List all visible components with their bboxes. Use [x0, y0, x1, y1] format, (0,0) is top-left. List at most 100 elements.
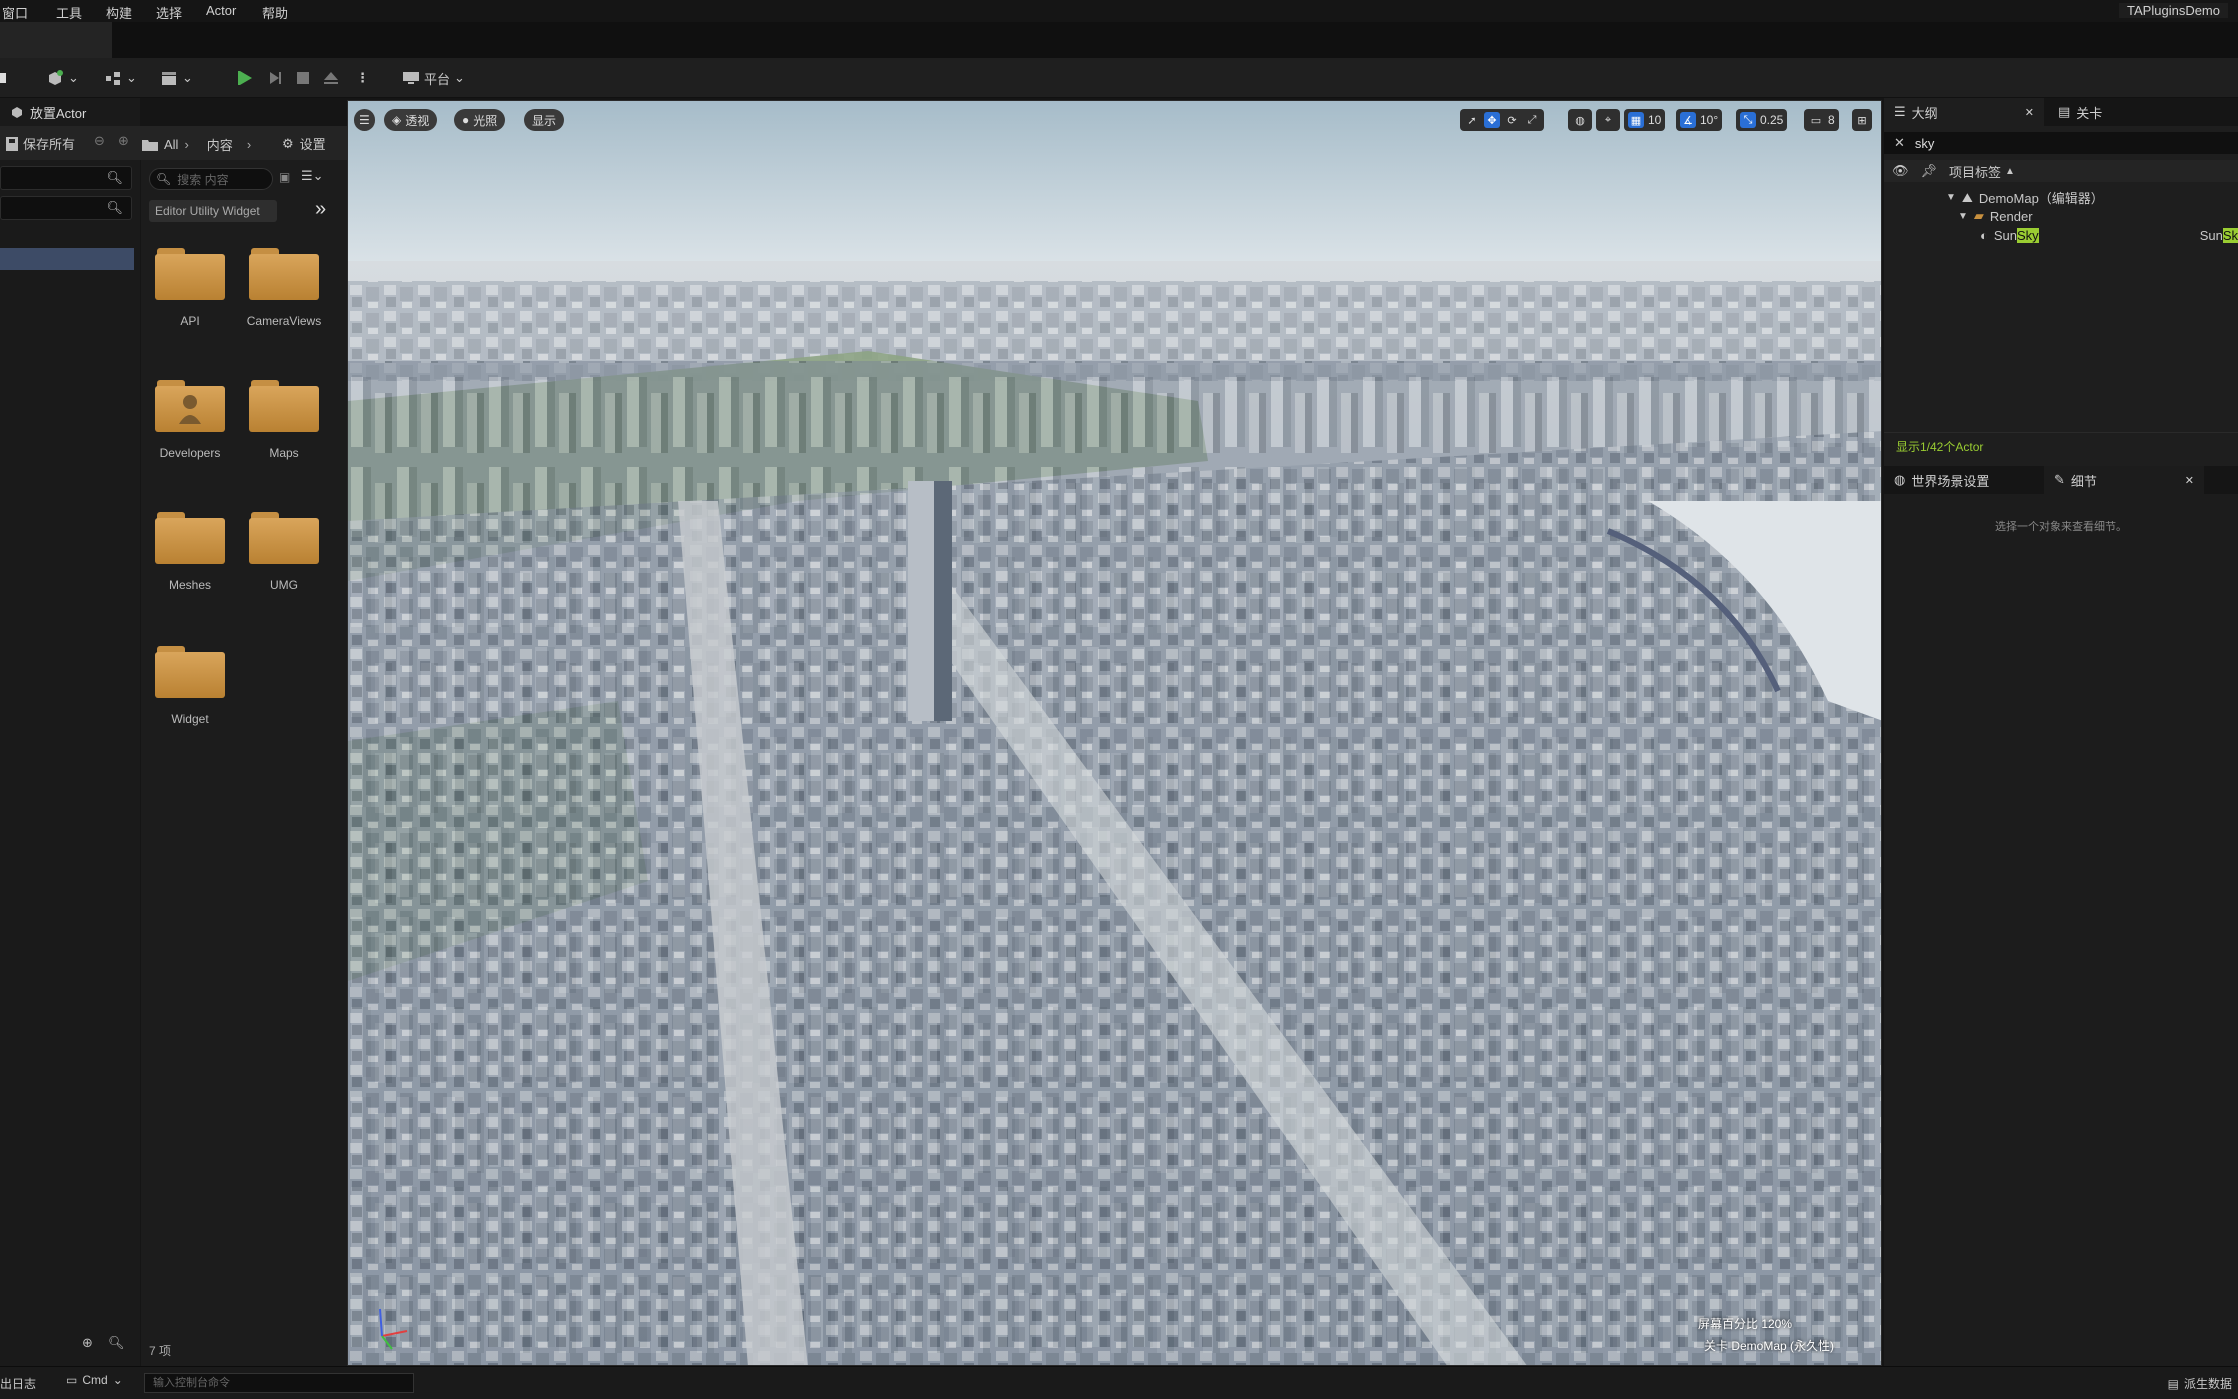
lighting-button[interactable]: ● 光照	[454, 109, 506, 131]
add-icon[interactable]: ⊕	[82, 1335, 93, 1351]
blueprint-button[interactable]: ⌄	[104, 66, 137, 90]
menu-window[interactable]: 窗口	[2, 3, 28, 22]
folder-item[interactable]: CameraViews	[239, 246, 329, 328]
outliner-search-input[interactable]: ✕ sky	[1884, 132, 2238, 154]
surface-snap-button[interactable]: ⌖	[1596, 109, 1620, 131]
menu-tools[interactable]: 工具	[56, 3, 82, 22]
coordinate-space-button[interactable]: ◍	[1568, 109, 1592, 131]
row-type-prefix: Sun	[2199, 228, 2223, 243]
folder-icon: ▰	[1973, 208, 1984, 223]
project-name: TAPluginsDemo	[2119, 3, 2228, 18]
outliner-panel: ☰ 大纲 ✕ ▤ 关卡 ✕ sky 👁︎ 📌︎ 项目标签 ▲ ▼ ⛰ DemoM…	[1884, 98, 2238, 466]
breadcrumb-content[interactable]: 内容	[207, 135, 233, 154]
search-icon[interactable]: 🔍︎	[108, 1335, 125, 1351]
level-viewport[interactable]: ☰ ◈ 透视 ● 光照 显示 ➚ ✥ ⟳ ⤢ ◍ ⌖ ▦ 10 ∡ 10° ⤡ 0.25 …	[347, 100, 1882, 1366]
show-button[interactable]: 显示	[524, 109, 565, 131]
cinematics-button[interactable]: ⌄	[160, 66, 193, 90]
tree-search-field-1[interactable]: 🔍︎	[0, 166, 132, 190]
filter-chip[interactable]: Editor Utility Widget	[149, 200, 277, 222]
levels-tab[interactable]: ▤ 关卡	[2048, 98, 2112, 126]
sort-ascending-icon: ▲	[2005, 165, 2015, 177]
play-button[interactable]	[236, 66, 254, 90]
menu-build[interactable]: 构建	[106, 3, 132, 22]
screen-percentage: 屏幕百分比 120%	[1698, 1317, 1793, 1331]
viewport-layout-button[interactable]: ⊞	[1852, 109, 1872, 131]
chevron-down-icon: ▼	[1958, 210, 1968, 222]
console-icon: ▭	[66, 1373, 78, 1387]
tree-search-field-2[interactable]: 🔍︎	[0, 196, 132, 220]
expand-icon[interactable]: »	[315, 198, 326, 221]
cmd-dropdown[interactable]: ▭ Cmd ⌄	[66, 1373, 123, 1387]
folder-label: CameraViews	[246, 314, 322, 328]
derived-data-button[interactable]: ▤ 派生数据	[2168, 1375, 2232, 1392]
outliner-row-map[interactable]: ▼ ⛰ DemoMap（编辑器）	[1946, 188, 2104, 207]
outliner-row-actor[interactable]: ◐ SunSky SunSk	[1980, 228, 2238, 243]
folder-item[interactable]: Developers	[145, 378, 235, 460]
pencil-icon: ✎	[2054, 472, 2065, 487]
folder-label: Widget	[171, 712, 209, 726]
globe-icon: ◍	[1894, 472, 1906, 487]
clear-search-icon[interactable]: ✕	[1894, 135, 1905, 151]
breadcrumb-all[interactable]: All	[164, 137, 178, 152]
selected-tree-item[interactable]	[0, 248, 134, 270]
menu-select[interactable]: 选择	[156, 3, 182, 22]
save-all-button[interactable]: 保存所有	[6, 134, 75, 153]
advance-frame-button[interactable]	[266, 66, 284, 90]
back-icon[interactable]: ⊖	[94, 133, 105, 149]
menu-help[interactable]: 帮助	[262, 3, 288, 22]
save-search-icon[interactable]: ▣	[279, 170, 290, 184]
close-icon[interactable]: ✕	[2185, 474, 2194, 487]
outliner-tab[interactable]: ☰ 大纲 ✕	[1884, 98, 2044, 126]
view-mode-button[interactable]: ◈ 透视	[384, 109, 438, 131]
column-label[interactable]: 项目标签	[1949, 162, 2001, 181]
camera-speed-button[interactable]: ▭ 8	[1804, 109, 1839, 131]
asset-search-input[interactable]: 🔍︎ 搜索 内容	[149, 168, 273, 190]
level-tab[interactable]	[0, 22, 112, 58]
close-icon[interactable]: ✕	[2025, 106, 2034, 119]
folder-icon	[155, 510, 225, 564]
play-options-button[interactable]: ⋮	[356, 66, 369, 90]
menu-actor[interactable]: Actor	[206, 3, 236, 18]
move-icon[interactable]: ✥	[1484, 112, 1500, 128]
more-vertical-icon: ⋮	[356, 70, 369, 85]
scale-icon[interactable]: ⤢	[1524, 112, 1540, 128]
layout-icon: ⊞	[1857, 114, 1867, 127]
folder-label: UMG	[270, 578, 298, 592]
world-settings-tab[interactable]: ◍ 世界场景设置	[1884, 466, 1999, 494]
folder-item[interactable]: Widget	[145, 644, 235, 726]
eject-button[interactable]	[322, 66, 340, 90]
chevron-down-icon: ⌄	[112, 1373, 123, 1387]
folder-label: API	[180, 314, 200, 328]
output-log-button[interactable]: 出日志	[0, 1375, 36, 1392]
details-tab-label: 细节	[2070, 473, 2097, 489]
place-actor-tab[interactable]: 放置Actor	[0, 98, 140, 126]
stop-button[interactable]	[294, 66, 312, 90]
grid-snap-button[interactable]: ▦ 10	[1624, 109, 1666, 131]
city-scene-render	[348, 101, 1881, 1365]
outliner-row-folder[interactable]: ▼ ▰ Render	[1958, 208, 2033, 224]
platform-button[interactable]: 平台 ⌄	[402, 66, 465, 90]
rotation-snap-button[interactable]: ∡ 10°	[1676, 109, 1723, 131]
outliner-footer: 显示1/42个Actor	[1884, 432, 2238, 460]
sources-panel: 🔍︎ 🔍︎ ⊕ 🔍︎	[0, 160, 140, 1366]
folder-item[interactable]: Maps	[239, 378, 329, 460]
select-icon[interactable]: ➚	[1464, 112, 1480, 128]
scale-snap-button[interactable]: ⤡ 0.25	[1736, 109, 1788, 131]
console-input[interactable]: 输入控制台命令	[144, 1373, 414, 1393]
pin-icon[interactable]: 📌︎	[1921, 163, 1938, 179]
eye-icon[interactable]: 👁︎	[1892, 163, 1909, 179]
folder-item[interactable]: API	[145, 246, 235, 328]
folder-item[interactable]: Meshes	[145, 510, 235, 592]
forward-icon[interactable]: ⊕	[118, 133, 129, 149]
add-actor-button[interactable]: ⌄	[46, 66, 79, 90]
settings-button[interactable]: ⚙ 设置	[282, 134, 326, 153]
details-tab[interactable]: ✎ 细节 ✕	[2044, 466, 2204, 494]
globe-icon: ◍	[1575, 114, 1585, 127]
viewport-menu-button[interactable]: ☰	[354, 109, 375, 131]
filter-icon[interactable]: ☰⌄	[301, 168, 324, 184]
rotate-icon[interactable]: ⟳	[1504, 112, 1520, 128]
chevron-right-icon: ›	[184, 137, 189, 152]
folder-item[interactable]: UMG	[239, 510, 329, 592]
mode-dropdown[interactable]	[0, 66, 10, 90]
chevron-down-icon: ▼	[1946, 192, 1956, 203]
